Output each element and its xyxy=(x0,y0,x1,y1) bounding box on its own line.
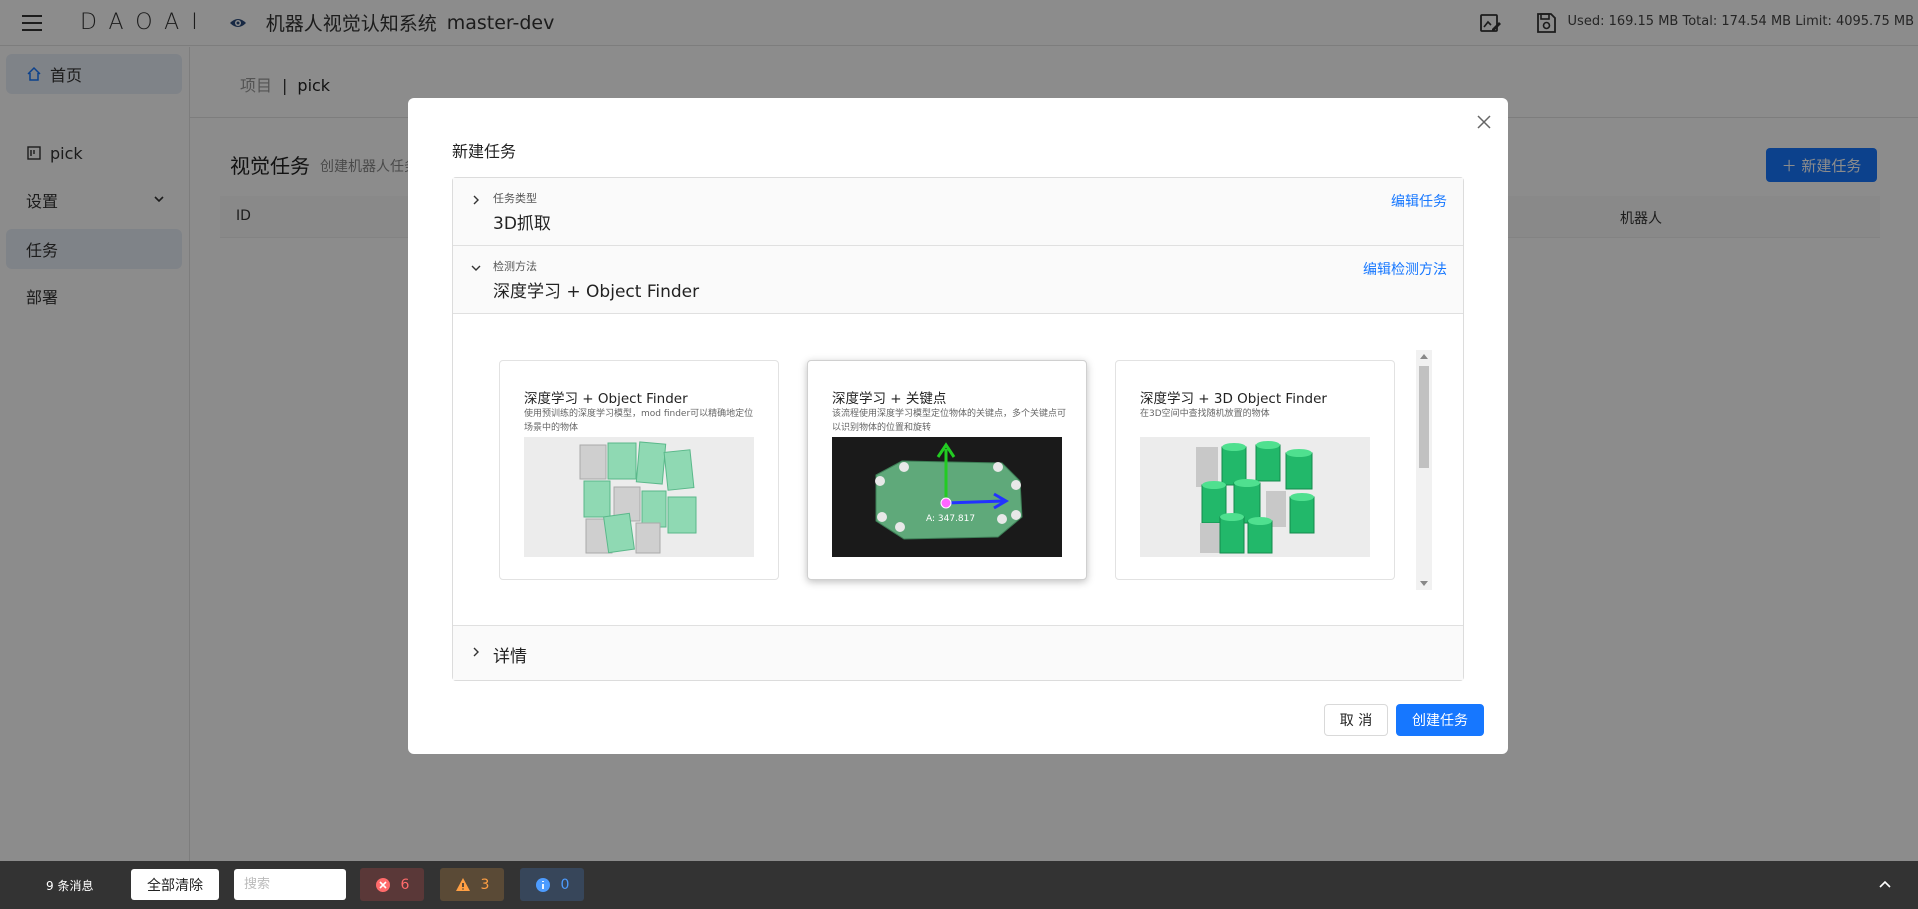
cards-scrollbar[interactable] xyxy=(1416,350,1432,590)
chevron-right-icon xyxy=(473,195,479,205)
3d-object-finder-preview xyxy=(1140,437,1370,557)
card-description: 在3D空间中查找随机放置的物体 xyxy=(1140,409,1270,419)
close-icon[interactable] xyxy=(1476,114,1492,130)
message-count: 9 条消息 xyxy=(46,879,94,893)
card-title: 深度学习 + 关键点 xyxy=(832,391,947,407)
details-label: 详情 xyxy=(493,647,527,667)
task-type-value: 3D抓取 xyxy=(493,214,551,234)
chevron-up-icon[interactable] xyxy=(1878,878,1892,892)
card-description: 该流程使用深度学习模型定位物体的关键点，多个关键点可以识别物体的位置和旋转 xyxy=(832,409,1067,433)
scroll-down-arrow-icon[interactable] xyxy=(1420,581,1428,586)
message-search-input[interactable] xyxy=(234,869,346,900)
info-filter-button[interactable]: 0 xyxy=(520,868,584,901)
dialog-title: 新建任务 xyxy=(452,142,517,161)
card-title: 深度学习 + 3D Object Finder xyxy=(1140,391,1327,407)
card-title: 深度学习 + Object Finder xyxy=(524,391,688,407)
warning-count: 3 xyxy=(480,876,490,893)
card-description: 使用预训练的深度学习模型，mod finder可以精确地定位场景中的物体 xyxy=(524,409,754,433)
method-card-keypoint[interactable]: 深度学习 + 关键点 该流程使用深度学习模型定位物体的关键点，多个关键点可以识别… xyxy=(807,360,1087,580)
method-card-object-finder[interactable]: 深度学习 + Object Finder 使用预训练的深度学习模型，mod fi… xyxy=(499,360,779,580)
task-type-row[interactable]: 任务类型 3D抓取 编辑任务 xyxy=(453,178,1463,246)
warning-icon xyxy=(455,877,470,891)
scroll-up-arrow-icon[interactable] xyxy=(1420,354,1428,359)
detection-method-value: 深度学习 + Object Finder xyxy=(493,282,700,302)
warning-filter-button[interactable]: 3 xyxy=(440,868,504,901)
details-row[interactable]: 详情 xyxy=(453,626,1463,680)
detection-method-row[interactable]: 检测方法 深度学习 + Object Finder 编辑检测方法 xyxy=(453,246,1463,314)
chevron-right-icon xyxy=(473,647,479,657)
create-task-button[interactable]: 创建任务 xyxy=(1396,704,1484,736)
error-filter-button[interactable]: 6 xyxy=(360,868,424,901)
keypoint-angle-label: A: 347.817 xyxy=(926,514,975,524)
task-config-panel: 任务类型 3D抓取 编辑任务 检测方法 深度学习 + Object Finder… xyxy=(452,177,1464,681)
edit-detection-method-link[interactable]: 编辑检测方法 xyxy=(1363,259,1447,279)
error-count: 6 xyxy=(400,876,410,893)
method-card-3d-object-finder[interactable]: 深度学习 + 3D Object Finder 在3D空间中查找随机放置的物体 xyxy=(1115,360,1395,580)
chevron-down-icon xyxy=(471,265,481,271)
info-count: 0 xyxy=(560,876,570,893)
info-icon xyxy=(535,877,550,892)
new-task-dialog: 新建任务 任务类型 3D抓取 编辑任务 检测方法 深度学习 + Object F… xyxy=(408,98,1508,754)
edit-task-link[interactable]: 编辑任务 xyxy=(1391,191,1447,211)
task-type-label: 任务类型 xyxy=(493,192,537,205)
message-bar: 9 条消息 全部清除 6 3 0 xyxy=(0,861,1918,909)
detection-method-label: 检测方法 xyxy=(493,260,537,273)
keypoint-preview: A: 347.817 xyxy=(832,437,1062,557)
object-finder-preview xyxy=(524,437,754,557)
scroll-thumb[interactable] xyxy=(1419,366,1429,468)
error-icon xyxy=(375,877,390,892)
clear-all-button[interactable]: 全部清除 xyxy=(131,869,219,900)
cancel-button[interactable]: 取 消 xyxy=(1324,704,1388,736)
method-cards-area: 深度学习 + Object Finder 使用预训练的深度学习模型，mod fi… xyxy=(453,314,1463,626)
